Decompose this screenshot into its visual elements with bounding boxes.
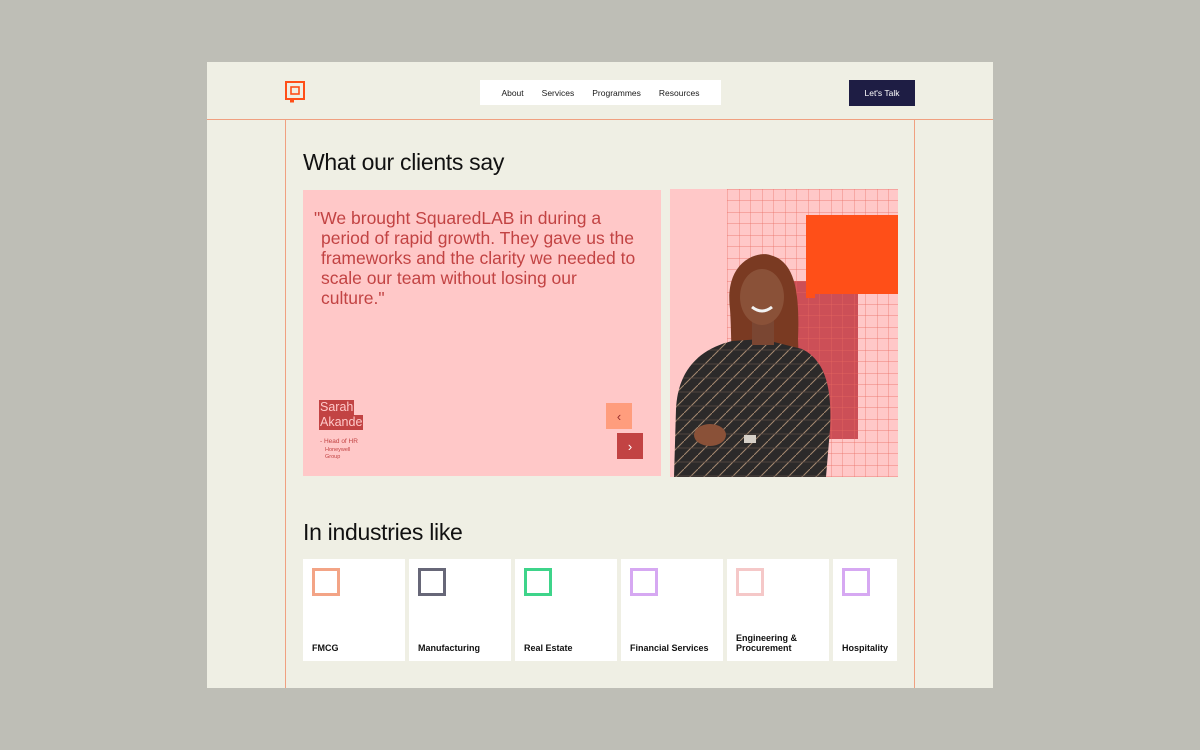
grid-line-left <box>285 119 286 688</box>
industry-tile-fmcg[interactable]: FMCG <box>303 559 405 661</box>
grid-line-right <box>914 119 915 688</box>
chevron-right-icon: › <box>627 438 633 454</box>
client-last-name: Akande <box>319 415 364 430</box>
industry-label: FMCG <box>312 643 339 653</box>
lets-talk-button[interactable]: Let's Talk <box>849 80 915 106</box>
industry-tile-hospitality[interactable]: Hospitality <box>833 559 897 661</box>
industry-label: Engineering & Procurement <box>736 633 798 653</box>
industry-label: Hospitality <box>842 643 889 653</box>
industry-square-icon <box>524 568 552 596</box>
nav-about[interactable]: About <box>501 88 523 98</box>
industry-square-icon <box>630 568 658 596</box>
industry-label: Financial Services <box>630 643 709 653</box>
industry-tile-engineering-procurement[interactable]: Engineering & Procurement <box>727 559 829 661</box>
testimonials-heading: What our clients say <box>303 149 505 175</box>
testimonial-quote: "We brought SquaredLAB in during a perio… <box>314 208 636 308</box>
client-first-name: Sarah <box>319 400 355 415</box>
chevron-left-icon: ‹ <box>616 408 622 424</box>
nav-services[interactable]: Services <box>542 88 575 98</box>
prev-testimonial-button[interactable]: ‹ <box>606 403 632 429</box>
testimonial-card: "We brought SquaredLAB in during a perio… <box>303 190 661 476</box>
client-role: - Head of HR <box>320 438 358 445</box>
industries-heading: In industries like <box>303 519 463 545</box>
nav-resources[interactable]: Resources <box>659 88 700 98</box>
page: About Services Programmes Resources Let'… <box>207 62 993 688</box>
industry-square-icon <box>418 568 446 596</box>
industry-label: Real Estate <box>524 643 573 653</box>
client-photo <box>670 189 898 477</box>
industry-tile-real-estate[interactable]: Real Estate <box>515 559 617 661</box>
industry-square-icon <box>736 568 764 596</box>
squaredlab-logo-icon[interactable] <box>285 81 305 103</box>
main-nav: About Services Programmes Resources <box>480 80 721 105</box>
nav-programmes[interactable]: Programmes <box>592 88 641 98</box>
industry-tile-manufacturing[interactable]: Manufacturing <box>409 559 511 661</box>
industry-square-icon <box>312 568 340 596</box>
industry-label: Manufacturing <box>418 643 480 653</box>
industry-square-icon <box>842 568 870 596</box>
client-company: Honeywell Group <box>325 447 351 460</box>
header-divider <box>207 119 993 120</box>
client-portrait-image <box>674 189 898 477</box>
client-name: Sarah Akande <box>319 400 364 430</box>
next-testimonial-button[interactable]: › <box>617 433 643 459</box>
industry-tile-financial-services[interactable]: Financial Services <box>621 559 723 661</box>
